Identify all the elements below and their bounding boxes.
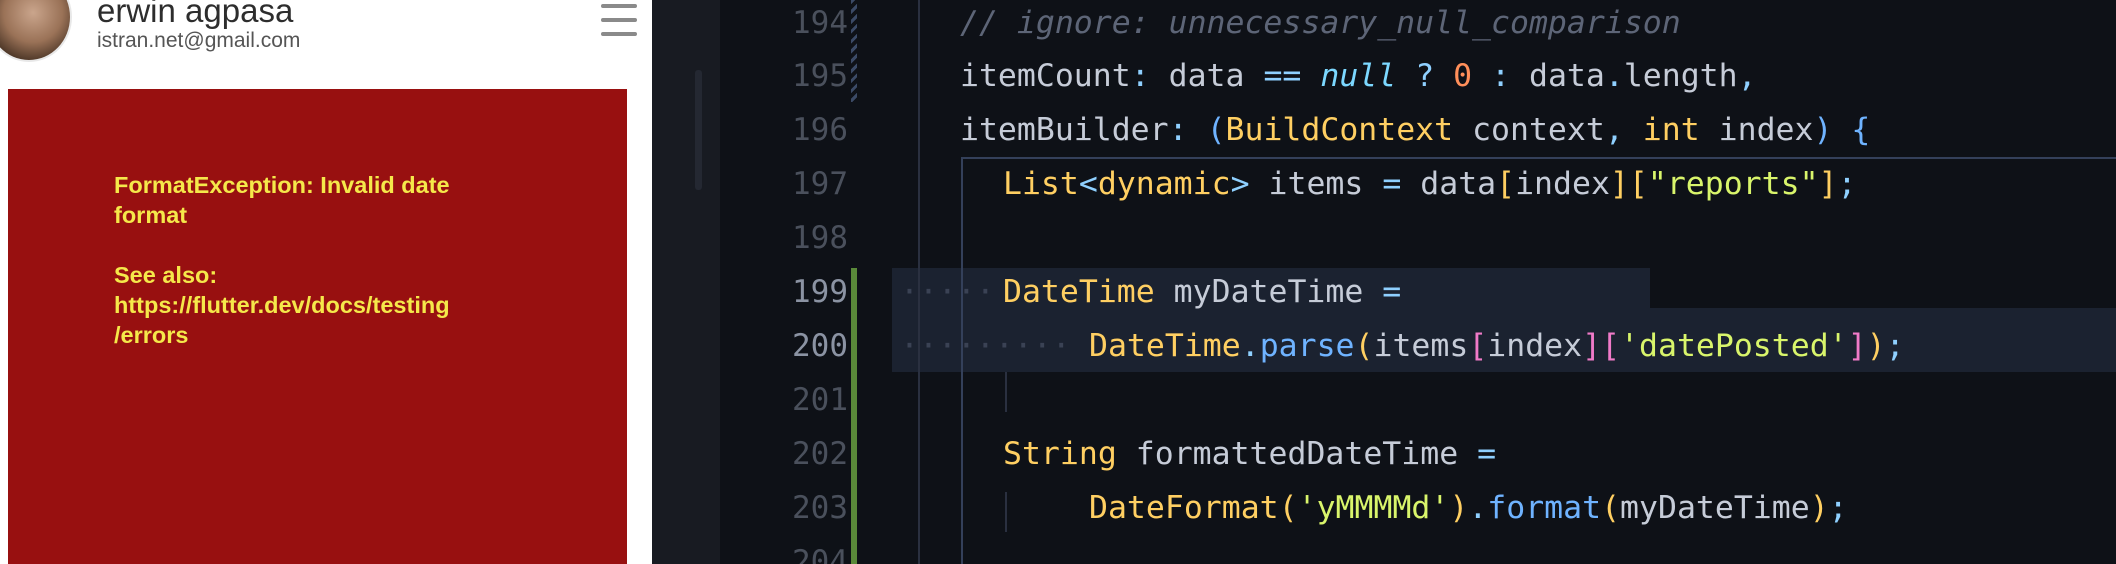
code-line: List<dynamic> items = data[index]["repor… [1003,166,1857,202]
error-message: FormatException: Invalid date format See… [114,170,534,350]
code-line: itemCount: data == null ? 0 : data.lengt… [960,58,1757,94]
error-link: https://flutter.dev/docs/testing [114,292,450,318]
code-area[interactable]: // ignore: unnecessary_null_comparison i… [720,0,2116,564]
app-preview: erwin agpasa istran.net@gmail.com Format… [0,0,652,564]
user-name: erwin agpasa [97,0,294,29]
error-line: FormatException: Invalid date [114,172,450,198]
code-line: DateTime myDateTime = [1003,274,1402,310]
error-line: format [114,202,188,228]
user-email: istran.net@gmail.com [97,29,301,52]
error-link: /errors [114,322,189,348]
scroll-handle[interactable] [695,70,702,190]
pane-divider[interactable] [652,0,720,564]
code-line: DateTime.parse(items[index]['datePosted'… [1089,328,1905,364]
code-comment: // ignore: unnecessary_null_comparison [960,5,1681,41]
hamburger-menu-icon[interactable] [601,4,637,36]
code-line: DateFormat('yMMMMd').format(myDateTime); [1089,490,1848,526]
code-editor[interactable]: 194 195 196 197 198 199 200 201 202 203 … [720,0,2116,564]
code-line: // ignore: unnecessary_null_comparison [960,3,1681,43]
code-line: itemBuilder: (BuildContext context, int … [960,112,1871,148]
see-also-label: See also: [114,262,218,288]
avatar[interactable] [0,0,72,62]
code-line: String formattedDateTime = [1003,436,1497,472]
